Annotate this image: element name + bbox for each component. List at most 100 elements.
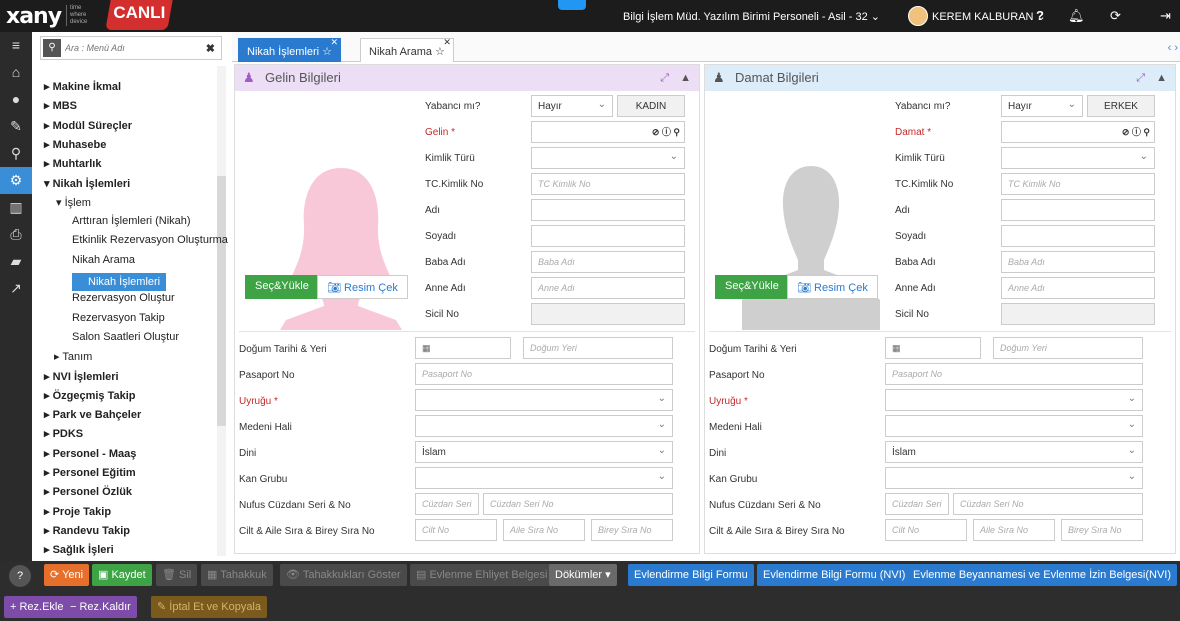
individual-order-input[interactable]: Birey Sıra No <box>1061 519 1143 541</box>
tree-item[interactable]: ▸ Personel - Maaş <box>44 447 136 460</box>
lookup-tools-icon[interactable]: ⊘ ⓘ ⚲ <box>652 125 680 138</box>
marriage-form-button[interactable]: Evlendirme Bilgi Formu <box>628 564 754 586</box>
print-icon[interactable]: ⎙ <box>0 221 32 248</box>
name-input[interactable] <box>1001 199 1155 221</box>
religion-select[interactable]: İslam ⌄ <box>885 441 1143 463</box>
tab-nikah-arama[interactable]: Nikah Arama ☆ ✕ <box>360 37 454 62</box>
marriage-form-nvi-button[interactable]: Evlendirme Bilgi Formu (NVI) <box>757 564 912 586</box>
religion-select[interactable]: İslam ⌄ <box>415 441 673 463</box>
circle-arrow-icon[interactable]: ● <box>0 86 32 113</box>
calendar-icon[interactable]: ▦ <box>422 343 431 353</box>
documents-dropdown[interactable]: Dökümler ▾ <box>549 564 617 586</box>
tree-item[interactable]: ▸ Personel Eğitim <box>44 466 136 479</box>
license-document-button[interactable]: ▤ Evlenme Ehliyet Belgesi <box>410 564 554 586</box>
blood-group-select[interactable]: ⌄ <box>885 467 1143 489</box>
search-icon[interactable]: ⚲ <box>0 140 32 167</box>
birth-place-input[interactable]: Doğum Yeri <box>523 337 673 359</box>
blood-group-select[interactable]: ⌄ <box>415 467 673 489</box>
help-button[interactable]: ? <box>9 565 31 587</box>
individual-order-input[interactable]: Birey Sıra No <box>591 519 673 541</box>
idcard-serial-input[interactable]: Cüzdan Seri <box>885 493 949 515</box>
menu-icon[interactable]: ≡ <box>0 32 32 59</box>
tree-item[interactable]: Rezervasyon Takip <box>72 312 165 324</box>
bell-icon[interactable]: 🔔︎ <box>1068 8 1085 24</box>
tree-item[interactable]: ▸ Muhtarlık <box>44 157 101 170</box>
mother-name-input[interactable]: Anne Adı <box>531 277 685 299</box>
passport-input[interactable]: Pasaport No <box>415 363 673 385</box>
tree-item[interactable]: Arttıran İşlemleri (Nikah) <box>72 215 191 227</box>
add-reservation-button[interactable]: + Rez.Ekle <box>4 596 70 618</box>
logout-icon[interactable]: ⇥ <box>1160 8 1171 24</box>
birth-date-input[interactable]: ▦ <box>885 337 981 359</box>
cancel-copy-button[interactable]: ✎ İptal Et ve Kopyala <box>151 596 267 618</box>
family-order-input[interactable]: Aile Sıra No <box>503 519 585 541</box>
folder-icon[interactable]: ▰ <box>0 248 32 275</box>
id-type-select[interactable]: ⌄ <box>531 147 685 169</box>
user-avatar[interactable] <box>908 6 928 26</box>
cilt-number-input[interactable]: Cilt No <box>885 519 967 541</box>
lookup-tools-icon[interactable]: ⊘ ⓘ ⚲ <box>1122 125 1150 138</box>
home-icon[interactable]: ⌂ <box>0 59 32 86</box>
close-icon[interactable]: ✕ <box>331 37 339 48</box>
take-photo-button[interactable]: 📷︎ Resim Çek <box>787 275 878 299</box>
tree-item[interactable]: ▸ Tanım <box>54 350 92 363</box>
tc-number-input[interactable]: TC Kimlik No <box>531 173 685 195</box>
app-logo[interactable]: xany <box>6 4 62 29</box>
passport-input[interactable]: Pasaport No <box>885 363 1143 385</box>
person-lookup-field[interactable]: ⊘ ⓘ ⚲ <box>531 121 685 143</box>
upload-photo-button[interactable]: Seç&Yükle <box>245 275 319 299</box>
context-selector[interactable]: Bilgi İşlem Müd. Yazılım Birimi Personel… <box>623 10 880 23</box>
take-photo-button[interactable]: 📷︎ Resim Çek <box>317 275 408 299</box>
nationality-select[interactable]: ⌄ <box>885 389 1143 411</box>
upload-photo-button[interactable]: Seç&Yükle <box>715 275 789 299</box>
show-accruals-button[interactable]: 👁 Tahakkukları Göster <box>280 564 407 586</box>
tab-nikah-islemleri[interactable]: Nikah İşlemleri ☆ ✕ <box>238 37 342 62</box>
tree-item[interactable]: ▸ MBS <box>44 99 77 112</box>
person-lookup-field[interactable]: ⊘ ⓘ ⚲ <box>1001 121 1155 143</box>
nationality-select[interactable]: ⌄ <box>415 389 673 411</box>
tree-scrollbar-thumb[interactable] <box>217 176 226 426</box>
tree-item[interactable]: ▸ Park ve Bahçeler <box>44 408 141 421</box>
tree-item[interactable]: ▾ İşlem <box>56 196 91 209</box>
name-input[interactable] <box>531 199 685 221</box>
tree-item[interactable]: ▸ Muhasebe <box>44 138 106 151</box>
collapse-header-button[interactable] <box>558 0 586 10</box>
tree-item[interactable]: Salon Saatleri Oluştur <box>72 331 179 343</box>
birth-place-input[interactable]: Doğum Yeri <box>993 337 1143 359</box>
tree-item[interactable]: Nikah Arama <box>72 254 135 266</box>
idcard-number-input[interactable]: Cüzdan Seri No <box>953 493 1143 515</box>
tree-item[interactable]: ▾ Nikah İşlemleri <box>44 177 130 190</box>
tree-item[interactable]: Rezervasyon Oluştur <box>72 292 175 304</box>
new-button[interactable]: ⟳ Yeni <box>44 564 90 586</box>
tree-item[interactable]: ▸ Randevu Takip <box>44 524 130 537</box>
id-type-select[interactable]: ⌄ <box>1001 147 1155 169</box>
marital-status-select[interactable]: ⌄ <box>415 415 673 437</box>
remove-reservation-button[interactable]: − Rez.Kaldır <box>64 596 137 618</box>
tree-item[interactable]: ▸ PDKS <box>44 427 83 440</box>
father-name-input[interactable]: Baba Adı <box>531 251 685 273</box>
close-icon[interactable]: ✕ <box>443 37 451 48</box>
mother-name-input[interactable]: Anne Adı <box>1001 277 1155 299</box>
tree-item[interactable]: ▸ Makine İkmal <box>44 80 121 93</box>
tree-item[interactable]: Etkinlik Rezervasyon Oluşturma <box>72 234 228 246</box>
map-icon[interactable]: ▥ <box>0 194 32 221</box>
marital-status-select[interactable]: ⌄ <box>885 415 1143 437</box>
help-icon[interactable]: ? <box>1036 8 1044 23</box>
delete-button[interactable]: 🗑 Sil <box>156 564 198 586</box>
tree-item[interactable]: ▸ Personel Özlük <box>44 485 132 498</box>
tree-item[interactable]: Nikah İşlemleri <box>72 273 167 291</box>
cilt-number-input[interactable]: Cilt No <box>415 519 497 541</box>
father-name-input[interactable]: Baba Adı <box>1001 251 1155 273</box>
family-order-input[interactable]: Aile Sıra No <box>973 519 1055 541</box>
birth-date-input[interactable]: ▦ <box>415 337 511 359</box>
surname-input[interactable] <box>1001 225 1155 247</box>
gear-icon[interactable]: ⚙ <box>0 167 32 194</box>
idcard-number-input[interactable]: Cüzdan Seri No <box>483 493 673 515</box>
accrual-button[interactable]: ▦ Tahakkuk <box>201 564 273 586</box>
collapse-icon[interactable]: ▲ <box>1156 65 1167 91</box>
tree-item[interactable]: ▸ NVI İşlemleri <box>44 370 119 383</box>
idcard-serial-input[interactable]: Cüzdan Seri <box>415 493 479 515</box>
foreigner-select[interactable]: Hayır ⌄ <box>1001 95 1083 117</box>
user-menu[interactable]: KEREM KALBURAN ⌄ <box>932 10 1046 23</box>
tab-scroll-arrows[interactable]: ‹ › <box>1168 42 1178 54</box>
